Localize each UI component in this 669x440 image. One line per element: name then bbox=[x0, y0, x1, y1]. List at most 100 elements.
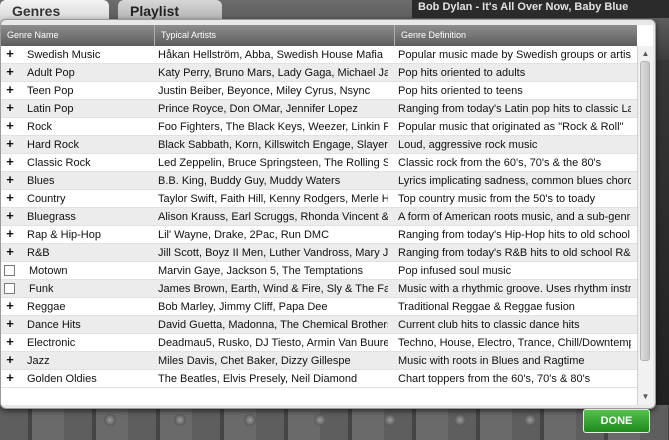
genre-definition-cell: Chart toppers from the 60's, 70's & 80's bbox=[398, 373, 591, 385]
genre-name-cell: Rap & Hip-Hop bbox=[27, 229, 101, 241]
table-row[interactable]: Funk James Brown, Earth, Wind & Fire, Sly… bbox=[1, 280, 637, 298]
typical-artists-cell: Katy Perry, Bruno Mars, Lady Gaga, Micha… bbox=[158, 67, 388, 79]
plus-icon[interactable]: + bbox=[4, 46, 16, 63]
scroll-down-arrow-icon[interactable]: ▼ bbox=[640, 391, 651, 403]
table-row[interactable]: + Reggae Bob Marley, Jimmy Cliff, Papa Dee… bbox=[1, 298, 637, 316]
column-header-genre-name[interactable]: Genre Name bbox=[1, 25, 155, 46]
scrollbar-thumb[interactable] bbox=[640, 61, 650, 361]
genre-name-cell: Funk bbox=[29, 283, 54, 295]
table-row[interactable]: + Country Taylor Swift, Faith Hill, Kenny … bbox=[1, 190, 637, 208]
plus-icon[interactable]: + bbox=[4, 82, 16, 99]
deck-knob bbox=[314, 414, 326, 426]
genre-definition-cell: Pop infused soul music bbox=[398, 265, 512, 277]
genre-name-cell: Reggae bbox=[27, 301, 66, 313]
genre-definition-cell: Current club hits to classic dance hits bbox=[398, 319, 580, 331]
genre-name-cell: Motown bbox=[29, 265, 68, 277]
genre-definition-cell: Music with a rhythmic groove. Uses rhyth… bbox=[398, 283, 631, 295]
typical-artists-cell: Lil' Wayne, Drake, 2Pac, Run DMC bbox=[158, 229, 330, 241]
typical-artists-cell: B.B. King, Buddy Guy, Muddy Waters bbox=[158, 175, 341, 187]
typical-artists-cell: Håkan Hellström, Abba, Swedish House Maf… bbox=[158, 49, 383, 61]
typical-artists-cell: Jill Scott, Boyz II Men, Luther Vandross… bbox=[158, 247, 388, 259]
table-row[interactable]: + Latin Pop Prince Royce, Don OMar, Jennif… bbox=[1, 100, 637, 118]
plus-icon[interactable]: + bbox=[4, 334, 16, 351]
typical-artists-cell: Bob Marley, Jimmy Cliff, Papa Dee bbox=[158, 301, 328, 313]
genre-definition-cell: Traditional Reggae & Reggae fusion bbox=[398, 301, 575, 313]
typical-artists-cell: Foo Fighters, The Black Keys, Weezer, Li… bbox=[158, 121, 388, 133]
plus-icon[interactable]: + bbox=[4, 154, 16, 171]
table-row[interactable]: + R&B Jill Scott, Boyz II Men, Luther Vand… bbox=[1, 244, 637, 262]
typical-artists-cell: Prince Royce, Don OMar, Jennifer Lopez bbox=[158, 103, 358, 115]
typical-artists-cell: The Beatles, Elvis Presely, Neil Diamond bbox=[158, 373, 358, 385]
table-row[interactable]: + Rock Foo Fighters, The Black Keys, Weeze… bbox=[1, 118, 637, 136]
now-playing-ticker: Bob Dylan - It's All Over Now, Baby Blue bbox=[412, 0, 669, 18]
genre-definition-cell: Ranging from today's Latin pop hits to c… bbox=[398, 103, 631, 115]
table-row[interactable]: + Teen Pop Justin Beiber, Beyonce, Miley C… bbox=[1, 82, 637, 100]
plus-icon[interactable]: + bbox=[4, 316, 16, 333]
typical-artists-cell: Led Zeppelin, Bruce Springsteen, The Rol… bbox=[158, 157, 388, 169]
typical-artists-cell: Miles Davis, Chet Baker, Dizzy Gillespe bbox=[158, 355, 351, 367]
plus-icon[interactable]: + bbox=[4, 64, 16, 81]
table-row[interactable]: + Classic Rock Led Zeppelin, Bruce Springs… bbox=[1, 154, 637, 172]
genre-name-cell: Golden Oldies bbox=[27, 373, 97, 385]
genre-selection-dialog: Genre Name Typical Artists Genre Definit… bbox=[0, 19, 656, 409]
genre-definition-cell: Lyrics implicating sadness, common blues… bbox=[398, 175, 631, 187]
genre-name-cell: Adult Pop bbox=[27, 67, 75, 79]
done-button[interactable]: DONE bbox=[583, 409, 650, 433]
genre-name-cell: Hard Rock bbox=[27, 139, 79, 151]
scroll-up-arrow-icon[interactable]: ▲ bbox=[640, 48, 651, 60]
genre-definition-cell: Popular music that originated as "Rock &… bbox=[398, 121, 624, 133]
genre-definition-cell: Techno, House, Electro, Trance, Chill/Do… bbox=[398, 337, 631, 349]
row-checkbox[interactable] bbox=[4, 283, 15, 294]
genre-name-cell: Country bbox=[27, 193, 66, 205]
plus-icon[interactable]: + bbox=[4, 190, 16, 207]
deck-knob bbox=[244, 414, 256, 426]
table-row[interactable]: + Blues B.B. King, Buddy Guy, Muddy Waters… bbox=[1, 172, 637, 190]
plus-icon[interactable]: + bbox=[4, 244, 16, 261]
table-row[interactable]: + Dance Hits David Guetta, Madonna, The Ch… bbox=[1, 316, 637, 334]
deck-knob bbox=[524, 414, 536, 426]
genre-definition-cell: Pop hits oriented to adults bbox=[398, 67, 526, 79]
vertical-scrollbar[interactable]: ▲ ▼ bbox=[637, 46, 653, 405]
table-row[interactable]: + Adult Pop Katy Perry, Bruno Mars, Lady G… bbox=[1, 64, 637, 82]
typical-artists-cell: Alison Krauss, Earl Scruggs, Rhonda Vinc… bbox=[158, 211, 388, 223]
plus-icon[interactable]: + bbox=[4, 208, 16, 225]
genre-definition-cell: Classic rock from the 60's, 70's & the 8… bbox=[398, 157, 602, 169]
genre-name-cell: Dance Hits bbox=[27, 319, 81, 331]
table-row[interactable]: Motown Marvin Gaye, Jackson 5, The Tempta… bbox=[1, 262, 637, 280]
genre-name-cell: Electronic bbox=[27, 337, 76, 349]
genre-name-cell: Swedish Music bbox=[27, 49, 101, 61]
plus-icon[interactable]: + bbox=[4, 118, 16, 135]
column-header-genre-definition[interactable]: Genre Definition bbox=[395, 25, 637, 46]
table-row[interactable]: + Jazz Miles Davis, Chet Baker, Dizzy Gill… bbox=[1, 352, 637, 370]
table-body: + Swedish Music Håkan Hellström, Abba, Swe… bbox=[1, 46, 637, 405]
table-row[interactable]: + Golden Oldies The Beatles, Elvis Presely… bbox=[1, 370, 637, 388]
row-checkbox[interactable] bbox=[4, 265, 15, 276]
genre-name-cell: Blues bbox=[27, 175, 55, 187]
genre-definition-cell: Popular music made by Swedish groups or … bbox=[398, 49, 631, 61]
table-row[interactable]: + Hard Rock Black Sabbath, Korn, Killswitc… bbox=[1, 136, 637, 154]
genre-definition-cell: Loud, aggressive rock music bbox=[398, 139, 538, 151]
deck-knob bbox=[454, 414, 466, 426]
genre-name-cell: Bluegrass bbox=[27, 211, 76, 223]
plus-icon[interactable]: + bbox=[4, 172, 16, 189]
genre-definition-cell: Top country music from the 50's to toady bbox=[398, 193, 596, 205]
plus-icon[interactable]: + bbox=[4, 226, 16, 243]
player-deck-background bbox=[0, 405, 669, 440]
table-row[interactable]: + Swedish Music Håkan Hellström, Abba, Swe… bbox=[1, 46, 637, 64]
genre-name-cell: Teen Pop bbox=[27, 85, 74, 97]
plus-icon[interactable]: + bbox=[4, 100, 16, 117]
table-header: Genre Name Typical Artists Genre Definit… bbox=[1, 25, 637, 46]
plus-icon[interactable]: + bbox=[4, 136, 16, 153]
plus-icon[interactable]: + bbox=[4, 370, 16, 387]
table-row[interactable]: + Electronic Deadmau5, Rusko, DJ Tiesto, A… bbox=[1, 334, 637, 352]
plus-icon[interactable]: + bbox=[4, 352, 16, 369]
typical-artists-cell: Marvin Gaye, Jackson 5, The Temptations bbox=[158, 265, 364, 277]
typical-artists-cell: Taylor Swift, Faith Hill, Kenny Rodgers,… bbox=[158, 193, 388, 205]
column-header-typical-artists[interactable]: Typical Artists bbox=[155, 25, 395, 46]
table-row[interactable]: + Bluegrass Alison Krauss, Earl Scruggs, R… bbox=[1, 208, 637, 226]
genre-name-cell: Rock bbox=[27, 121, 53, 133]
deck-knob bbox=[104, 414, 116, 426]
deck-knob bbox=[384, 414, 396, 426]
table-row[interactable]: + Rap & Hip-Hop Lil' Wayne, Drake, 2Pac, R… bbox=[1, 226, 637, 244]
plus-icon[interactable]: + bbox=[4, 298, 16, 315]
